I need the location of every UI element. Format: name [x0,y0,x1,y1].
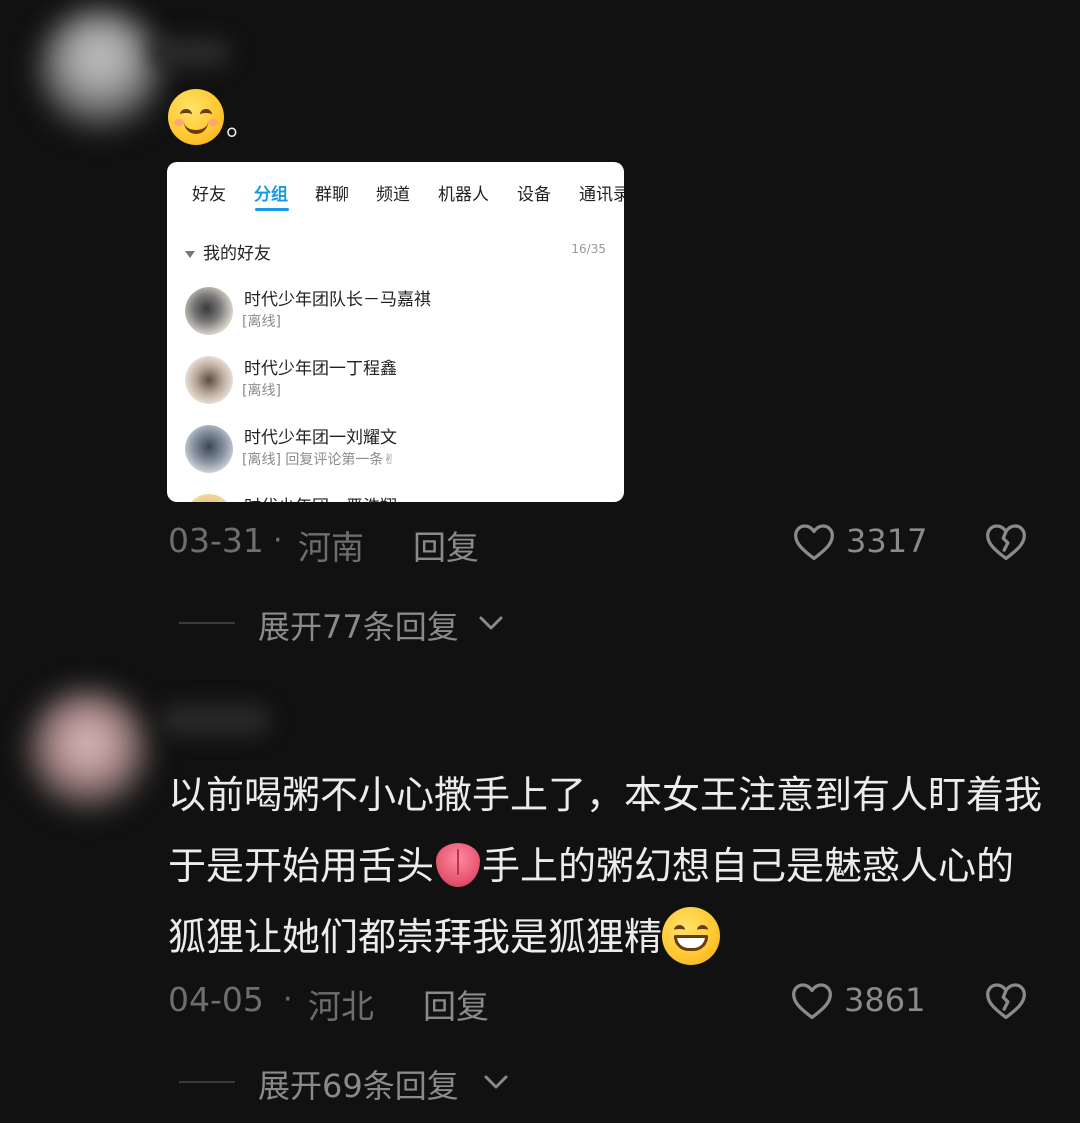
comment-image[interactable]: 好友 分组 群聊 频道 机器人 设备 通讯录 我的好友 16/35 时代少年团队… [167,162,624,502]
tab-devices: 设备 [517,185,551,205]
chevron-down-icon[interactable] [482,1072,510,1092]
commenter-avatar[interactable] [40,10,160,130]
comment-date: 04-05 [168,980,264,1019]
friend-status: [离线] [242,383,281,399]
tab-group-chats: 群聊 [315,185,349,205]
friend-row: 时代少年团一刘耀文 [离线] 回复评论第一条✌ [167,419,624,483]
group-header: 我的好友 [185,239,271,264]
expand-divider [179,622,235,624]
collapse-triangle-icon [185,250,195,258]
expand-replies-button[interactable]: 展开69条回复 [258,1061,459,1107]
like-heart-icon[interactable] [792,520,836,562]
commenter-name[interactable] [160,705,270,735]
commenter-name[interactable] [150,38,230,68]
tab-robots: 机器人 [438,185,489,205]
like-count: 3317 [846,522,928,560]
active-tab-indicator [255,208,289,211]
dislike-broken-heart-icon[interactable] [984,979,1028,1021]
meta-separator: · [283,982,293,1017]
commenter-avatar[interactable] [28,690,148,810]
friend-row: 时代少年团一丁程鑫 [离线] [167,350,624,414]
chevron-down-icon[interactable] [477,613,505,633]
expand-replies-button[interactable]: 展开77条回复 [258,602,459,648]
friend-status: [离线] [242,314,281,330]
tab-channels: 频道 [376,185,410,205]
tab-friends: 好友 [192,185,226,205]
like-count: 3861 [844,981,926,1019]
smiling-emoji-icon [168,89,224,145]
comment-text: 以前喝粥不小心撒手上了，本女王注意到有人盯着我于是开始用舌头 手上的粥幻想自己是魅… [168,760,1048,973]
comment-location: 河南 [298,528,364,567]
friend-name: 时代少年团一丁程鑫 [244,359,397,379]
comment-location: 河北 [308,987,374,1026]
reply-button[interactable]: 回复 [423,980,489,1028]
grinning-emoji-icon [662,906,721,965]
friend-status: [离线] 回复评论第一条✌ [242,452,396,468]
friend-name: 时代少年团一刘耀文 [244,428,397,448]
group-count: 16/35 [571,242,606,256]
friend-avatar [185,356,233,404]
friend-avatar [185,287,233,335]
friend-row: 时代少年团一严浩翔 [167,488,624,502]
tab-groups: 分组 [254,185,288,205]
image-tabs: 好友 分组 群聊 频道 机器人 设备 通讯录 [167,180,624,220]
reply-button[interactable]: 回复 [413,521,479,569]
like-heart-icon[interactable] [790,979,834,1021]
comment-date: 03-31 [168,521,264,560]
friend-avatar [185,494,233,502]
dislike-broken-heart-icon[interactable] [984,520,1028,562]
tab-contacts: 通讯录 [579,185,624,205]
comment-text: 。 [226,108,256,143]
meta-separator: · [273,523,283,558]
friend-name: 时代少年团一严浩翔 [244,492,397,502]
friend-avatar [185,425,233,473]
friend-name: 时代少年团队长－马嘉祺 [244,290,431,310]
tongue-emoji-icon [436,842,481,887]
friend-row: 时代少年团队长－马嘉祺 [离线] [167,281,624,345]
expand-divider [179,1081,235,1083]
group-name: 我的好友 [203,244,271,264]
